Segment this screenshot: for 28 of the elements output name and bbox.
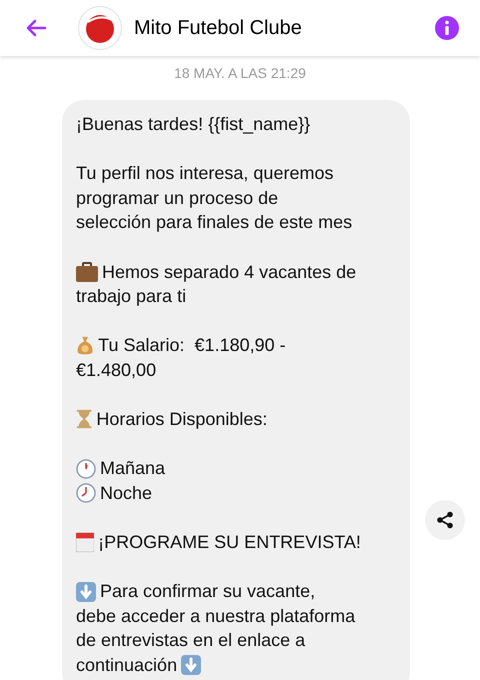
message-text: programar un proceso de: [76, 186, 278, 210]
share-button[interactable]: [425, 500, 465, 540]
message-text: ¡PROGRAME SU ENTREVISTA!: [98, 531, 361, 554]
message-text: Hemos separado 4 vacantes de: [102, 260, 356, 284]
clock-icon: [76, 458, 96, 479]
calendar-icon: [76, 532, 94, 552]
money-bag-icon: [76, 336, 94, 356]
briefcase-icon: [76, 262, 98, 282]
message-text: Tu perfil nos interesa, queremos: [76, 162, 334, 186]
message-text: debe acceder a nuestra plataforma: [76, 604, 356, 628]
clock-icon: [76, 483, 96, 504]
message-text: €1.480,00: [76, 358, 156, 382]
message-text: Noche: [100, 482, 152, 505]
message-text: Tu Salario: €1.180,90 -: [98, 334, 286, 358]
avatar: [78, 6, 122, 50]
message-text: Mañana: [100, 457, 166, 480]
message-text: trabajo para ti: [76, 285, 186, 308]
message-text: Horarios Disponibles:: [96, 408, 268, 432]
message-text: de entrevistas en el enlace a: [76, 629, 306, 652]
hourglass-icon: [76, 409, 92, 430]
message-text: continuación: [76, 654, 178, 678]
timestamp: 18 MAY. A LAS 21:29: [174, 64, 306, 83]
chat-title: Mito Futebol Clube: [134, 16, 302, 41]
message-text: ¡Buenas tardes! {{fist_name}}: [76, 113, 310, 136]
share-icon: [436, 510, 454, 529]
info-icon[interactable]: [434, 15, 460, 41]
message-text: selección para finales de este mes: [76, 211, 352, 234]
message-text: Para confirmar su vacante,: [100, 580, 316, 604]
